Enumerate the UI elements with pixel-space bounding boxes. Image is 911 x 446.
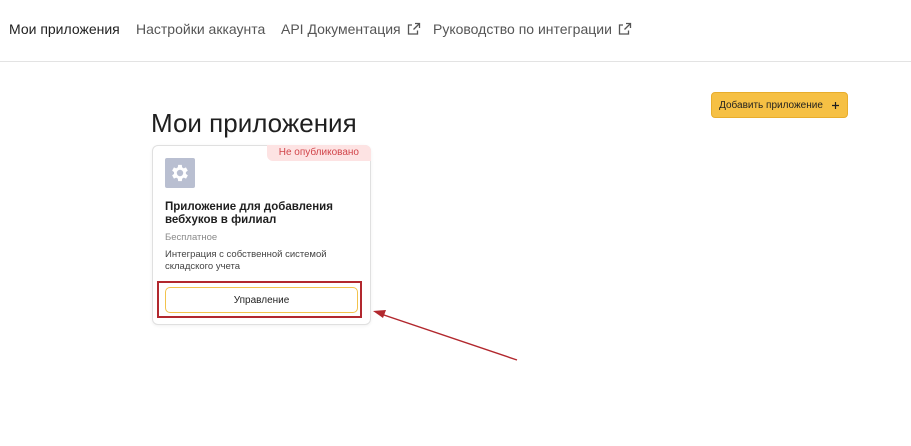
annotation-arrow <box>373 310 518 361</box>
